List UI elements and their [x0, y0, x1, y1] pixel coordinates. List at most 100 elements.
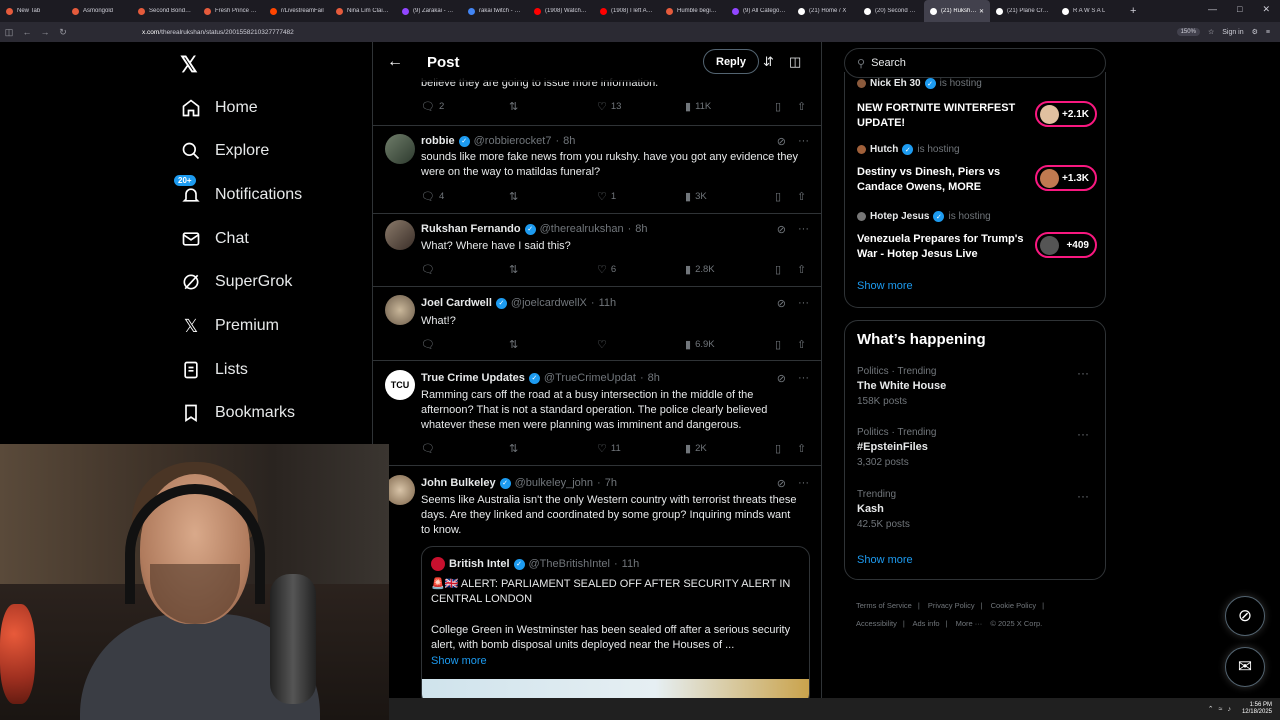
footer-link[interactable]: Privacy Policy	[928, 601, 975, 610]
close-icon[interactable]: ✕	[1262, 4, 1270, 15]
grok-icon[interactable]: ⊘	[777, 477, 786, 490]
sidebar-item-notifications[interactable]: 20+ Notifications	[174, 175, 302, 210]
volume-icon[interactable]: ♪	[1227, 706, 1231, 713]
browser-tab[interactable]: Humble beginnin	[660, 0, 726, 22]
quote-media-image[interactable]	[422, 679, 809, 698]
more-options-icon[interactable]: ···	[1077, 489, 1089, 503]
browser-tab[interactable]: r/LivestreamFail	[264, 0, 330, 22]
space-item[interactable]: Nick Eh 30 ✓ is hosting NEW FORTNITE WIN…	[857, 78, 1097, 129]
browser-tab[interactable]: R A W S A L	[1056, 0, 1122, 22]
bookmark-action[interactable]: ▯	[775, 263, 781, 276]
more-options-icon[interactable]: ···	[798, 477, 809, 490]
maximize-icon[interactable]: □	[1237, 4, 1242, 15]
reply-item[interactable]: Joel Cardwell ✓ @joelcardwellX · 11h ⊘ ··…	[373, 287, 821, 361]
browser-tab[interactable]: rakai twitch - Go	[462, 0, 528, 22]
like-action[interactable]: ♡ 1	[597, 190, 616, 203]
menu-icon[interactable]: ≡	[1266, 29, 1270, 36]
search-input[interactable]: ⚲ Search	[844, 48, 1106, 78]
user-name[interactable]: John Bulkeley	[421, 477, 496, 489]
share-action[interactable]: ⇧	[797, 338, 806, 351]
reply-action[interactable]: 🗨	[421, 263, 435, 276]
repost-action[interactable]: ⇅	[509, 338, 518, 351]
repost-action[interactable]: ⇅	[509, 263, 518, 276]
sidebar-item-chat[interactable]: Chat	[180, 224, 249, 254]
footer-link[interactable]: Ads info	[912, 619, 939, 628]
reply-action[interactable]: 🗨 4	[421, 190, 444, 203]
browser-tab[interactable]: New Tab	[0, 0, 66, 22]
user-handle[interactable]: @joelcardwellX	[511, 297, 587, 309]
reply-action[interactable]: 🗨	[421, 338, 435, 351]
more-options-icon[interactable]: ···	[1077, 427, 1089, 441]
sidebar-item-bookmarks[interactable]: Bookmarks	[180, 398, 295, 428]
grok-icon[interactable]: ⊘	[777, 135, 786, 148]
like-action[interactable]: ♡ 6	[597, 263, 616, 276]
grok-icon[interactable]: ⊘	[777, 372, 786, 385]
filter-sliders-icon[interactable]: ⇵	[763, 54, 774, 70]
more-options-icon[interactable]: ···	[798, 223, 809, 236]
sidebar-toggle-icon[interactable]: ◫	[0, 27, 18, 38]
reply-action[interactable]: 🗨	[421, 442, 435, 455]
avatar[interactable]	[385, 475, 415, 505]
avatar[interactable]: TCU	[385, 370, 415, 400]
repost-action[interactable]: ⇅	[509, 190, 518, 203]
address-bar[interactable]: x.com/therealrukshan/status/200155821032…	[142, 29, 1177, 36]
show-more-link[interactable]: Show more	[857, 554, 913, 566]
grok-icon[interactable]: ⊘	[777, 297, 786, 310]
views-action[interactable]: ▮ 2K	[685, 442, 707, 455]
browser-tab[interactable]: Nina Lim Claims	[330, 0, 396, 22]
space-listeners[interactable]: +409	[1035, 232, 1097, 258]
messages-fab-button[interactable]: ✉	[1225, 647, 1265, 687]
browser-tab[interactable]: (20) Second Bond	[858, 0, 924, 22]
bookmark-action[interactable]: ▯	[775, 442, 781, 455]
sidebar-item-explore[interactable]: Explore	[180, 136, 269, 166]
browser-tab[interactable]: (9) Zarakai - Twit	[396, 0, 462, 22]
space-listeners[interactable]: +1.3K	[1035, 165, 1097, 191]
share-action[interactable]: ⇧	[797, 442, 806, 455]
footer-link[interactable]: Accessibility	[856, 619, 897, 628]
quoted-post[interactable]: British Intel ✓ @TheBritishIntel · 11h 🚨…	[421, 546, 810, 698]
user-name[interactable]: True Crime Updates	[421, 372, 525, 384]
new-tab-button[interactable]: +	[1122, 5, 1144, 17]
user-name[interactable]: British Intel	[449, 558, 510, 570]
sidebar-item-premium[interactable]: 𝕏 Premium	[180, 311, 279, 341]
user-handle[interactable]: @robbierocket7	[474, 135, 552, 147]
extensions-icon[interactable]: ⚙	[1252, 28, 1258, 36]
footer-link[interactable]: Cookie Policy	[991, 601, 1036, 610]
reader-view-icon[interactable]: ◫	[789, 54, 801, 70]
grok-icon[interactable]: ⊘	[777, 223, 786, 236]
post-time[interactable]: 8h	[635, 223, 647, 235]
reply-button[interactable]: Reply	[703, 49, 759, 74]
user-handle[interactable]: @TheBritishIntel	[529, 558, 610, 570]
more-options-icon[interactable]: ···	[798, 135, 809, 148]
share-action[interactable]: ⇧	[797, 263, 806, 276]
browser-tab[interactable]: (21) Plane Crash	[990, 0, 1056, 22]
bookmark-action[interactable]: ▯	[775, 338, 781, 351]
tray-chevron-icon[interactable]: ⌃	[1208, 705, 1214, 713]
browser-tab[interactable]: (21) Rukshan F ✕	[924, 0, 990, 22]
views-action[interactable]: ▮ 3K	[685, 190, 707, 203]
browser-tab[interactable]: Second Bondi Te	[132, 0, 198, 22]
more-options-icon[interactable]: ···	[1077, 366, 1089, 380]
back-arrow-icon[interactable]: ←	[387, 53, 407, 71]
browser-tab[interactable]: (21) Home / X	[792, 0, 858, 22]
user-handle[interactable]: @bulkeley_john	[515, 477, 593, 489]
avatar[interactable]	[385, 295, 415, 325]
like-action[interactable]: ♡	[597, 338, 607, 351]
browser-tab[interactable]: (9) All Categorie	[726, 0, 792, 22]
reply-item[interactable]: Rukshan Fernando ✓ @therealrukshan · 8h …	[373, 214, 821, 287]
show-more-link[interactable]: Show more	[857, 280, 913, 292]
trend-item[interactable]: Trending Kash 42.5K posts ···	[857, 489, 1097, 530]
forward-arrow-icon[interactable]: →	[36, 27, 54, 37]
avatar[interactable]	[385, 134, 415, 164]
post-time[interactable]: 8h	[648, 372, 660, 384]
x-logo-icon[interactable]: 𝕏	[180, 52, 198, 78]
post-time[interactable]: 11h	[599, 297, 617, 309]
signin-button[interactable]: Sign in	[1222, 29, 1243, 36]
browser-tab[interactable]: Fresh Prince of B	[198, 0, 264, 22]
reply-item[interactable]: TCU True Crime Updates ✓ @TrueCrimeUpdat…	[373, 361, 821, 466]
share-action[interactable]: ⇧	[797, 190, 806, 203]
user-name[interactable]: Rukshan Fernando	[421, 223, 521, 235]
user-handle[interactable]: @therealrukshan	[540, 223, 624, 235]
bookmark-action[interactable]: ▯	[775, 190, 781, 203]
views-action[interactable]: ▮ 6.9K	[685, 338, 715, 351]
